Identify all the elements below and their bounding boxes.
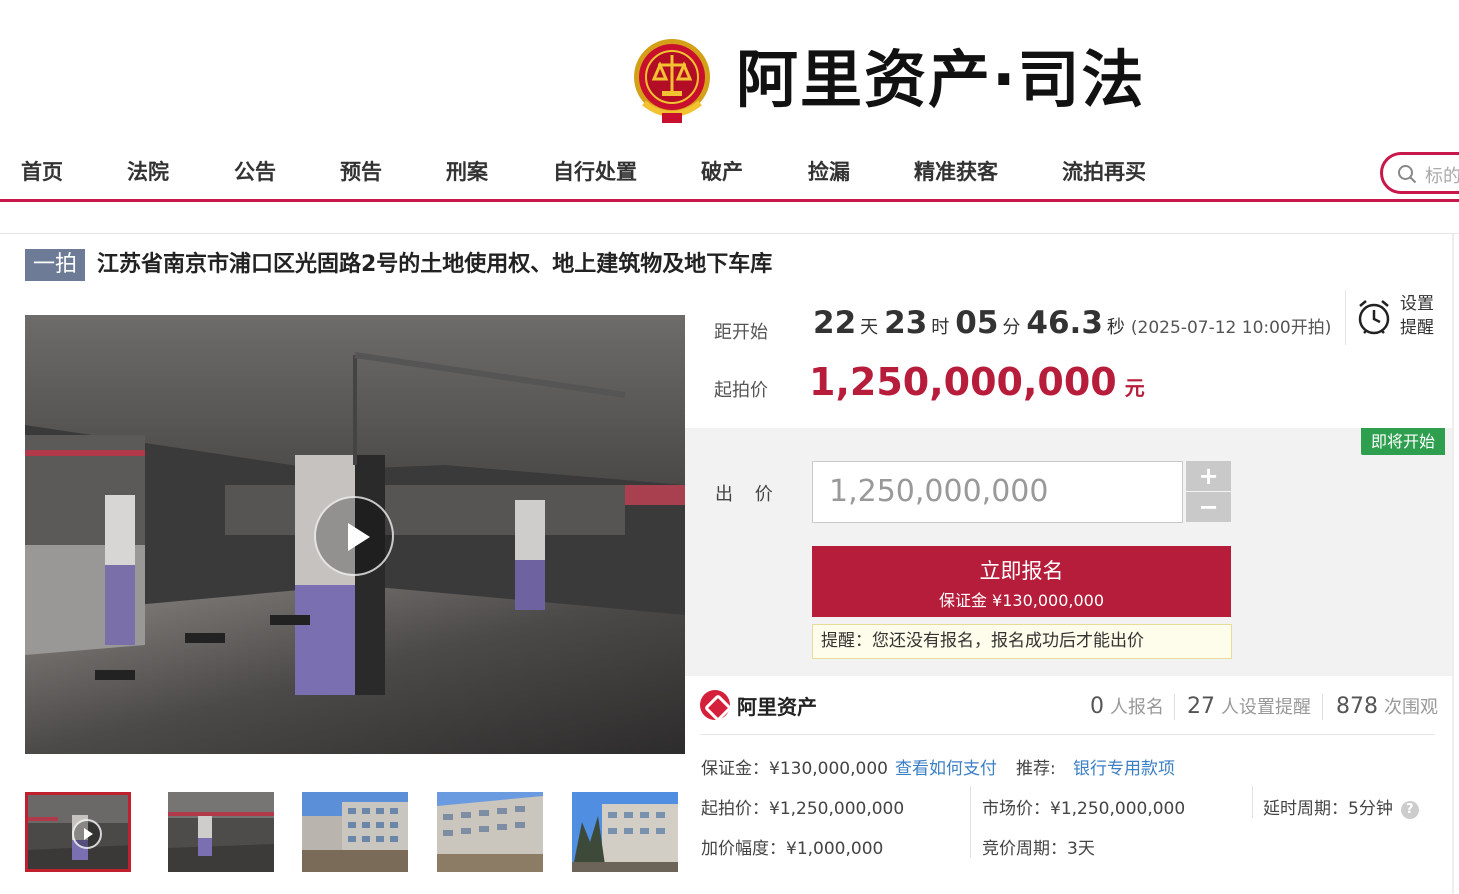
register-button-label: 立即报名	[979, 559, 1064, 583]
countdown-days-unit: 天	[860, 317, 879, 338]
nav-item-home[interactable]: 首页	[21, 156, 63, 186]
set-reminder-button[interactable]: 设置提醒	[1345, 290, 1445, 345]
info-auction-period: 竞价周期：3天	[982, 839, 1095, 859]
info-market-price: 市场价：¥1,250,000,000	[982, 799, 1186, 819]
thumbnail-image	[302, 792, 408, 872]
stat-views: 878 次围观	[1336, 693, 1438, 719]
thumbnail-4[interactable]	[437, 792, 543, 872]
start-price-label: 起拍价	[714, 380, 768, 401]
register-button[interactable]: 立即报名 保证金 ¥130,000,000	[812, 546, 1231, 617]
item-title: 江苏省南京市浦口区光固路2号的土地使用权、地上建筑物及地下车库	[97, 252, 773, 277]
info-increment: 加价幅度：¥1,000,000	[701, 839, 884, 859]
site-logo-text[interactable]: 阿里资产·司法	[736, 40, 1146, 120]
thumbnail-2[interactable]	[168, 792, 274, 872]
info-start-price: 起拍价：¥1,250,000,000	[701, 799, 905, 819]
thumbnail-image	[437, 792, 543, 872]
auction-round-badge: 一拍	[25, 249, 85, 281]
countdown-label: 距开始	[714, 322, 768, 343]
stat-count: 878	[1336, 694, 1378, 719]
stat-count: 0	[1090, 694, 1104, 719]
thumbnail-image	[572, 792, 678, 872]
divider	[0, 233, 1459, 234]
nav-item-bankruptcy[interactable]: 破产	[701, 156, 743, 186]
thumbnail-image	[168, 792, 274, 872]
start-price-unit: 元	[1124, 376, 1145, 400]
status-badge: 即将开始	[1361, 428, 1445, 455]
thumbnail-3[interactable]	[302, 792, 408, 872]
site-header: 阿里资产·司法	[0, 0, 1459, 140]
search-placeholder: 标的	[1425, 166, 1459, 187]
nav-item-court[interactable]: 法院	[127, 156, 169, 186]
main-media-viewer[interactable]	[25, 315, 685, 754]
stat-label: 次围观	[1384, 697, 1438, 718]
thumbnail-5[interactable]	[572, 792, 678, 872]
set-reminder-label: 设置提醒	[1400, 294, 1434, 338]
video-play-button[interactable]	[314, 496, 394, 576]
search-input[interactable]: 标的	[1380, 152, 1459, 194]
stat-divider	[1322, 694, 1323, 720]
info-delay-period: 延时周期：5分钟?	[1263, 794, 1419, 819]
countdown-days: 22	[813, 305, 857, 341]
delay-period-text: 延时周期：5分钟	[1263, 799, 1393, 819]
info-deposit: 保证金：¥130,000,000	[701, 759, 888, 779]
alarm-clock-icon	[1358, 300, 1390, 335]
stat-label: 人设置提醒	[1221, 697, 1311, 718]
auction-start-time: (2025-07-12 10:00开拍)	[1130, 318, 1332, 338]
nav-item-preview[interactable]: 预告	[340, 156, 382, 186]
divider	[700, 734, 1435, 735]
stat-count: 27	[1187, 694, 1215, 719]
decrease-bid-button[interactable]: −	[1186, 492, 1231, 522]
stat-reminders: 27 人设置提醒	[1187, 693, 1311, 719]
help-icon[interactable]: ?	[1400, 801, 1419, 819]
platform-name: 阿里资产	[737, 695, 817, 719]
stat-divider	[1174, 694, 1175, 720]
thumbnail-play-icon	[72, 819, 102, 849]
play-icon	[348, 523, 370, 551]
countdown-seconds-unit: 秒	[1106, 317, 1125, 338]
nav-item-relist[interactable]: 流拍再买	[1062, 156, 1146, 186]
nav-item-criminal[interactable]: 刑案	[446, 156, 488, 186]
bank-loan-link[interactable]: 银行专用款项	[1073, 754, 1175, 779]
court-emblem-icon	[634, 39, 710, 123]
countdown-minutes-unit: 分	[1002, 317, 1021, 338]
registration-hint: 提醒：您还没有报名，报名成功后才能出价	[812, 624, 1232, 659]
countdown-minutes: 05	[955, 305, 999, 341]
nav-item-bargain[interactable]: 捡漏	[808, 156, 850, 186]
nav-item-self-disposal[interactable]: 自行处置	[553, 156, 637, 186]
countdown-seconds: 46.3	[1026, 305, 1103, 341]
countdown-timer: 22 天 23 时 05 分 46.3 秒 (2025-07-12 10:00开拍)	[813, 305, 1331, 341]
nav-item-notice[interactable]: 公告	[234, 156, 276, 186]
start-price-amount: 1,250,000,000	[809, 360, 1117, 404]
deposit-amount: 保证金 ¥130,000,000	[938, 591, 1105, 610]
increase-bid-button[interactable]: +	[1186, 461, 1231, 491]
content-border	[1452, 234, 1454, 894]
column-divider	[970, 786, 971, 858]
how-to-pay-link[interactable]: 查看如何支付	[895, 754, 997, 779]
recommend-label: 推荐:	[1016, 759, 1056, 779]
stat-label: 人报名	[1110, 697, 1164, 718]
start-price: 1,250,000,000 元	[809, 360, 1145, 404]
countdown-hours: 23	[884, 305, 928, 341]
main-nav: 首页 法院 公告 预告 刑案 自行处置 破产 捡漏 精准获客 流拍再买 标的	[0, 142, 1459, 202]
stat-registrations: 0 人报名	[1090, 693, 1164, 719]
countdown-hours-unit: 时	[931, 317, 950, 338]
nav-item-precise-leads[interactable]: 精准获客	[914, 156, 998, 186]
bid-amount-input[interactable]: 1,250,000,000	[812, 461, 1183, 523]
thumbnail-1[interactable]	[25, 792, 131, 872]
column-divider	[1252, 786, 1253, 818]
bid-panel: 即将开始 出 价 1,250,000,000 + − 立即报名 保证金 ¥130…	[685, 428, 1452, 676]
ali-asset-logo-icon	[700, 690, 730, 720]
search-icon	[1398, 165, 1417, 184]
bid-label: 出 价	[715, 484, 781, 505]
